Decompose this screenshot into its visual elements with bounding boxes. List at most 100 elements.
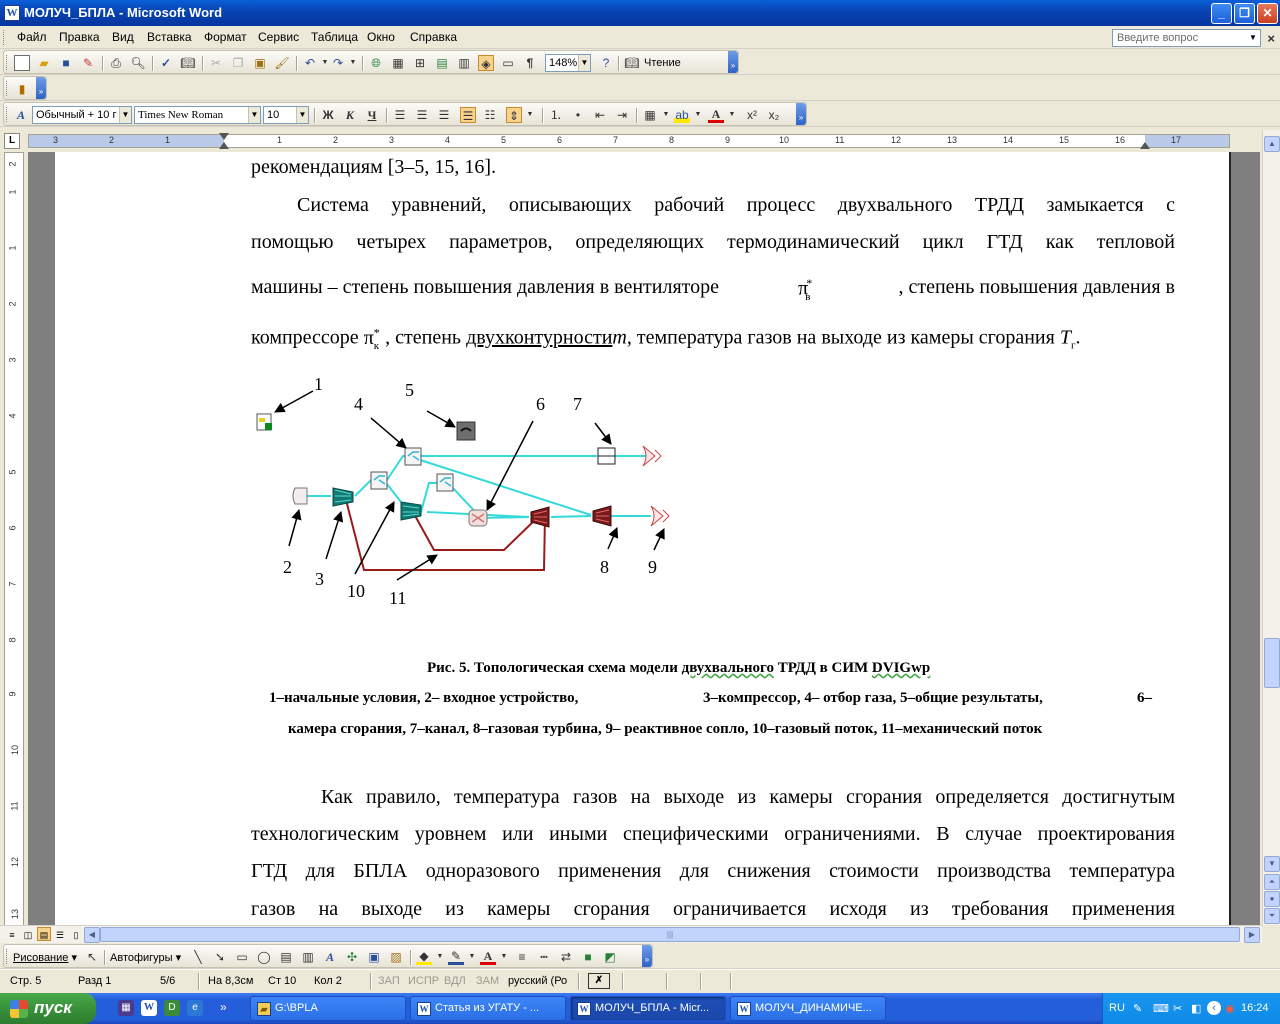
font-combo[interactable]: Times New Roman ▼ xyxy=(134,106,261,124)
wordart-icon[interactable]: A xyxy=(322,949,338,965)
right-indent-marker[interactable] xyxy=(1140,142,1150,149)
hyperlink-icon[interactable]: 🌐︎ xyxy=(368,55,384,71)
rectangle-tool-icon[interactable]: ▭ xyxy=(234,949,250,965)
print-layout-button[interactable]: ▤ xyxy=(37,927,51,941)
web-view-button[interactable]: ◫ xyxy=(21,927,35,941)
textbox-tool-icon[interactable]: ▤ xyxy=(278,949,294,965)
align-center-icon[interactable]: ☰ xyxy=(414,107,430,123)
results-block[interactable] xyxy=(456,421,476,441)
reading-view-button[interactable]: ▯ xyxy=(69,927,83,941)
status-track-changes[interactable]: ИСПР xyxy=(408,975,439,987)
first-line-indent-marker[interactable] xyxy=(219,133,229,140)
help-question-input[interactable]: Введите вопрос ▼ xyxy=(1112,29,1261,47)
previous-page-button[interactable]: ⏶ xyxy=(1264,874,1280,890)
normal-view-button[interactable]: ≡ xyxy=(5,927,19,941)
next-page-button[interactable]: ⏷ xyxy=(1264,908,1280,924)
quicklaunch-more-icon[interactable]: » xyxy=(220,1000,227,1014)
left-indent-marker[interactable] xyxy=(219,142,229,149)
paste-icon[interactable]: ▣ xyxy=(252,55,268,71)
chevron-down-icon[interactable]: ▼ xyxy=(1247,31,1259,45)
menubar-grip[interactable] xyxy=(3,30,6,45)
insert-excel-icon[interactable]: ▤ xyxy=(434,55,450,71)
redo-dropdown-icon[interactable]: ▼ xyxy=(345,55,361,71)
menu-edit[interactable]: Правка xyxy=(59,30,100,44)
clipart-icon[interactable]: ▣ xyxy=(366,949,382,965)
bullets-icon[interactable]: • xyxy=(570,107,586,123)
3d-style-icon[interactable]: ◩ xyxy=(602,949,618,965)
compressor-block[interactable] xyxy=(332,487,354,507)
drawing-font-color-icon[interactable]: A xyxy=(480,949,496,965)
fill-color-icon[interactable]: ◆ xyxy=(416,949,432,965)
ruler-bar[interactable]: 3 2 1 1 2 3 4 5 6 7 8 9 10 11 12 13 14 1… xyxy=(28,133,1230,149)
research-icon[interactable]: 📖︎ xyxy=(180,55,196,71)
tray-tool-icon[interactable]: ✂ xyxy=(1173,1002,1182,1015)
document-area[interactable]: рекомендациям [3–5, 15, 16]. Система ура… xyxy=(28,152,1260,925)
underline-icon[interactable]: Ч xyxy=(364,107,380,123)
clock[interactable]: 16:24 xyxy=(1241,1002,1269,1014)
insert-picture-icon[interactable]: ▨ xyxy=(388,949,404,965)
toolbar-options-chevron[interactable]: » xyxy=(642,945,652,967)
chevron-down-icon[interactable]: ▼ xyxy=(578,55,590,71)
toolbar-grip[interactable] xyxy=(6,55,9,70)
duct-block[interactable] xyxy=(597,447,616,465)
chevron-down-icon[interactable]: ▼ xyxy=(119,107,131,123)
arrow-style-icon[interactable]: ⇄ xyxy=(558,949,574,965)
cut-icon[interactable]: ✂ xyxy=(208,55,224,71)
chevron-down-icon[interactable]: ▼ xyxy=(296,107,308,123)
nozzle-block-1[interactable] xyxy=(642,445,662,467)
document-page[interactable]: рекомендациям [3–5, 15, 16]. Система ура… xyxy=(55,152,1231,925)
tab-selector[interactable]: L xyxy=(4,133,20,149)
columns-icon[interactable]: ▥ xyxy=(456,55,472,71)
line-tool-icon[interactable]: ╲ xyxy=(190,949,206,965)
status-record[interactable]: ЗАП xyxy=(378,975,400,987)
start-button[interactable]: пуск xyxy=(0,993,96,1024)
status-overtype[interactable]: ЗАМ xyxy=(476,975,499,987)
topology-diagram[interactable] xyxy=(251,374,1175,624)
drawing-toggle-icon[interactable]: ◈ xyxy=(478,55,494,71)
menu-tools[interactable]: Сервис xyxy=(258,30,299,44)
tray-expand-icon[interactable]: ‹ xyxy=(1207,1001,1221,1015)
line-spacing-icon[interactable]: ⇕ xyxy=(506,107,522,123)
nozzle-block-2[interactable] xyxy=(650,505,670,527)
language-indicator[interactable]: RU xyxy=(1109,1002,1125,1014)
document-map-icon[interactable]: ▭ xyxy=(500,55,516,71)
justify-icon[interactable]: ☰ xyxy=(460,107,476,123)
line-color-dropdown-icon[interactable]: ▼ xyxy=(464,949,480,965)
maximize-button[interactable]: ❐ xyxy=(1234,3,1255,24)
close-button[interactable]: ✕ xyxy=(1257,3,1278,24)
arrow-tool-icon[interactable]: ➘ xyxy=(212,949,228,965)
status-extend[interactable]: ВДЛ xyxy=(444,975,466,987)
draw-menu-button[interactable]: Рисование ▾ xyxy=(13,951,77,964)
initial-conditions-block[interactable] xyxy=(256,413,272,431)
menu-window[interactable]: Окно xyxy=(367,30,395,44)
shadow-style-icon[interactable]: ■ xyxy=(580,949,596,965)
show-formatting-icon[interactable]: ¶ xyxy=(522,55,538,71)
word-app-icon[interactable]: W xyxy=(4,5,20,21)
numbering-icon[interactable]: ⒈ xyxy=(548,107,564,123)
horizontal-scroll-thumb[interactable]: ||| xyxy=(100,927,1240,942)
redo-icon[interactable]: ↷ xyxy=(330,55,346,71)
tray-pen-icon[interactable]: ✎ xyxy=(1133,1002,1142,1015)
menu-format[interactable]: Формат xyxy=(204,30,247,44)
font-color-icon[interactable]: A xyxy=(708,107,724,123)
save-icon[interactable]: ■ xyxy=(58,55,74,71)
line-color-icon[interactable]: ✎ xyxy=(448,949,464,965)
autoshapes-menu-button[interactable]: Автофигуры ▾ xyxy=(110,951,181,964)
menu-help[interactable]: Справка xyxy=(410,30,457,44)
line-spacing-dropdown-icon[interactable]: ▼ xyxy=(522,107,538,123)
align-left-icon[interactable]: ☰ xyxy=(392,107,408,123)
undo-icon[interactable]: ↶ xyxy=(302,55,318,71)
styles-pane-icon[interactable]: A xyxy=(13,107,29,123)
zoom-combo[interactable]: 148% ▼ xyxy=(545,54,591,72)
bold-icon[interactable]: Ж xyxy=(320,107,336,123)
borders-icon[interactable]: ▦ xyxy=(642,107,658,123)
tray-keyboard-icon[interactable]: ⌨ xyxy=(1153,1002,1169,1015)
subscript-icon[interactable]: x₂ xyxy=(766,107,782,123)
dash-style-icon[interactable]: ┅ xyxy=(536,949,552,965)
copy-icon[interactable]: ❐ xyxy=(230,55,246,71)
document-close-icon[interactable]: × xyxy=(1267,31,1275,46)
font-color-dropdown-icon[interactable]: ▼ xyxy=(724,107,740,123)
borders-dropdown-icon[interactable]: ▼ xyxy=(658,107,674,123)
toolbar-options-chevron[interactable]: » xyxy=(36,77,46,99)
italic-icon[interactable]: К xyxy=(342,107,358,123)
